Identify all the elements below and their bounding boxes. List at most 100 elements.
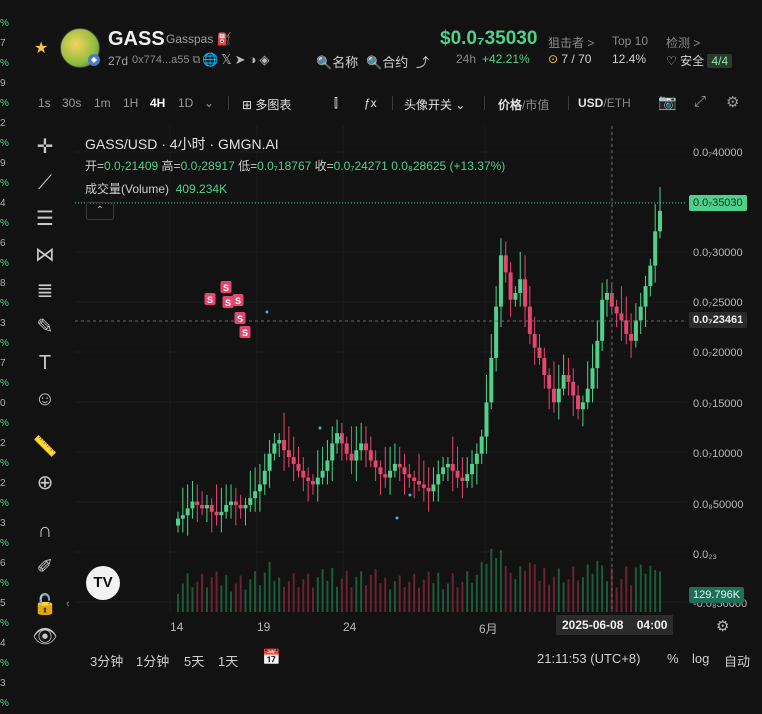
tradingview-logo[interactable]: TV	[86, 566, 120, 600]
check-label[interactable]: 检测 >	[666, 34, 700, 51]
volume-bar	[514, 579, 517, 612]
log-toggle[interactable]: log	[692, 651, 709, 666]
candle-body	[537, 347, 542, 358]
cut-off-text: %	[0, 498, 9, 509]
search-name-link[interactable]: 🔍名称	[316, 52, 358, 71]
interval-1m[interactable]: 1m	[94, 96, 111, 110]
volume-bar	[552, 576, 555, 612]
head-toggle-button[interactable]: 头像开关 ⌄	[404, 96, 465, 113]
y-tick: 0.0₇30000	[693, 247, 743, 259]
volume-bar	[311, 587, 314, 612]
visibility-icon[interactable]: 👁	[32, 624, 58, 650]
cut-off-text: 0	[0, 398, 6, 409]
cut-off-text: %	[0, 218, 9, 229]
candle-body	[455, 470, 460, 478]
candle-body	[527, 306, 532, 334]
candle-body	[282, 439, 287, 451]
volume-bar	[205, 587, 208, 612]
range-1d[interactable]: 1天	[218, 651, 238, 670]
legend-collapse-button[interactable]: ⌃	[86, 202, 114, 220]
dex-icon[interactable]: ◈	[259, 52, 272, 67]
volume-bar	[379, 583, 382, 612]
divider	[392, 96, 393, 110]
volume-bar	[340, 578, 343, 612]
trade-dot	[318, 426, 322, 430]
camera-icon[interactable]: 📷	[658, 93, 677, 111]
pattern-tool-icon[interactable]: ⋈	[32, 242, 58, 268]
magnet-tool-icon[interactable]: ∩	[32, 518, 58, 544]
volume-bar	[466, 571, 469, 612]
crosshair-tool-icon[interactable]: ✛	[32, 134, 58, 160]
percent-toggle[interactable]: %	[667, 651, 679, 666]
volume-bar	[268, 562, 271, 612]
lock-drawing-tool-icon[interactable]: ✐	[32, 554, 58, 580]
candle-body	[349, 453, 354, 461]
candle-type-icon[interactable]: ⫿	[334, 96, 338, 111]
interval-30s[interactable]: 30s	[62, 96, 81, 110]
auto-toggle[interactable]: 自动	[724, 651, 750, 670]
candle-body	[484, 402, 489, 437]
volume-bar	[605, 581, 608, 612]
lock-icon[interactable]: 🔓	[32, 592, 58, 618]
interval-1d[interactable]: 1D	[178, 96, 193, 110]
volume-bar	[581, 577, 584, 612]
interval-1s[interactable]: 1s	[38, 96, 51, 110]
range-3m[interactable]: 3分钟	[90, 651, 123, 670]
cut-off-text: 6	[0, 238, 6, 249]
y-tick: 0.0₇20000	[693, 347, 743, 359]
share-icon[interactable]: ⤴	[416, 52, 429, 71]
candle-body	[397, 463, 402, 468]
volume-bar	[181, 583, 184, 612]
price-chart[interactable]: SSS SSS	[75, 126, 687, 612]
text-tool-icon[interactable]: T	[32, 350, 58, 376]
search-contract-link[interactable]: 🔍合约	[366, 52, 408, 71]
token-address[interactable]: 0x774...a55 ⧉	[132, 54, 200, 67]
indicator-button[interactable]: ƒx	[364, 96, 377, 110]
interval-1h[interactable]: 1H	[123, 96, 138, 110]
volume-bar	[495, 558, 498, 612]
settings-icon[interactable]: ⚙	[726, 93, 739, 111]
candle-body	[262, 470, 267, 485]
social-icons[interactable]: 🌐𝕏➤◑◈	[202, 52, 272, 68]
chevron-down-icon[interactable]: ⌄	[204, 96, 214, 110]
candle-body	[508, 272, 513, 300]
fib-tool-icon[interactable]: ≣	[32, 278, 58, 304]
horizontal-lines-tool-icon[interactable]: ☰	[32, 206, 58, 232]
snipers-label[interactable]: 狙击者 >	[548, 34, 594, 51]
volume-bar	[384, 577, 387, 612]
globe-icon[interactable]: 🌐	[202, 52, 221, 67]
candle-body	[392, 463, 397, 471]
volume-bar	[533, 564, 536, 612]
multi-chart-button[interactable]: ⊞ 多图表	[242, 96, 291, 113]
volume-bar	[249, 579, 252, 612]
date-range-icon[interactable]: 📅	[262, 648, 281, 666]
currency-toggle[interactable]: USD/ETH	[578, 96, 631, 110]
telegram-icon[interactable]: ➤	[235, 52, 249, 67]
fullscreen-icon[interactable]: ⤢	[694, 93, 706, 110]
favorite-star-icon[interactable]: ★	[34, 38, 48, 58]
candle-body	[436, 474, 441, 485]
brush-tool-icon[interactable]: ✎	[32, 314, 58, 340]
candle-body	[450, 463, 455, 471]
candle-body	[551, 388, 556, 403]
emoji-tool-icon[interactable]: ☺	[32, 386, 58, 412]
trendline-tool-icon[interactable]: ⟋	[32, 170, 58, 196]
candle-body	[344, 443, 349, 454]
volume-bar	[422, 579, 425, 612]
volume-bar	[442, 589, 445, 612]
range-5d[interactable]: 5天	[184, 651, 204, 670]
candle-body	[248, 498, 253, 505]
volume-bar	[215, 571, 218, 612]
interval-4h[interactable]: 4H	[150, 96, 165, 110]
volume-bar	[201, 573, 204, 612]
x-icon[interactable]: 𝕏	[221, 52, 234, 67]
ruler-tool-icon[interactable]: 📏	[32, 434, 58, 460]
volume-bar	[509, 572, 512, 612]
chart-link-icon[interactable]: ◑	[249, 52, 260, 67]
volume-bar	[524, 570, 527, 612]
axis-settings-icon[interactable]: ⚙	[716, 617, 729, 635]
zoom-tool-icon[interactable]: ⊕	[32, 470, 58, 496]
price-mcap-toggle[interactable]: 价格/市值	[498, 96, 549, 113]
collapse-toolbar-icon[interactable]: ‹	[66, 598, 70, 610]
range-1m[interactable]: 1分钟	[136, 651, 169, 670]
